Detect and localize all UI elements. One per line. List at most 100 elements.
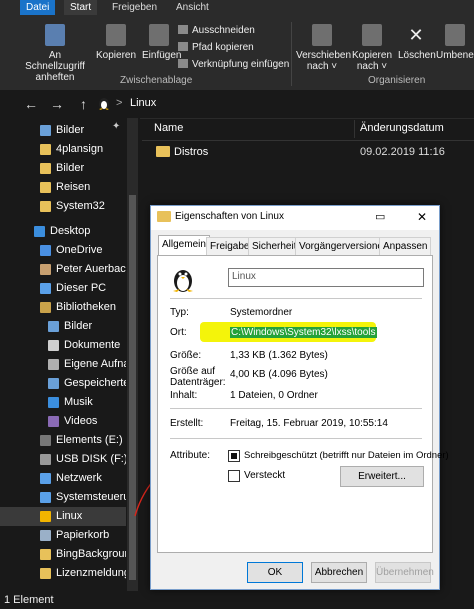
sidebar-item-label: Bilder: [56, 162, 85, 174]
column-date[interactable]: Änderungsdatum: [360, 122, 444, 134]
desktop-icon: [34, 226, 45, 237]
paste-button[interactable]: Einfügen: [142, 24, 181, 61]
readonly-checkbox[interactable]: [228, 450, 240, 462]
sidebar-scrollbar-thumb[interactable]: [129, 195, 136, 580]
column-name[interactable]: Name: [154, 122, 183, 134]
folder-name-input[interactable]: Linux: [228, 268, 424, 287]
separator: [170, 438, 422, 439]
breadcrumb-location[interactable]: Linux: [130, 97, 156, 109]
control-panel-icon: [40, 492, 51, 503]
disk-size-label: Größe auf Datenträger:: [170, 366, 226, 388]
copy-to-icon: [362, 24, 382, 46]
sidebar-item[interactable]: Reisen: [0, 178, 126, 197]
paste-shortcut-label: Verknüpfung einfügen: [192, 59, 290, 70]
sidebar-item[interactable]: Dieser PC: [0, 279, 126, 298]
copy-path-button[interactable]: Pfad kopieren: [178, 41, 254, 54]
organize-group-label: Organisieren: [368, 75, 426, 86]
delete-button[interactable]: ✕ Löschen: [398, 24, 436, 61]
separator: [170, 408, 422, 409]
sidebar-item[interactable]: Bibliotheken: [0, 298, 126, 317]
status-text: 1 Element: [4, 594, 54, 606]
copy-button[interactable]: Kopieren: [96, 24, 136, 61]
sidebar-item[interactable]: Eigene Aufnah: [0, 355, 126, 374]
sidebar-item[interactable]: Bilder: [0, 317, 126, 336]
sidebar-item-label: Bilder: [64, 320, 93, 332]
saved-pictures-icon: [48, 378, 59, 389]
disk-size-value: 4,00 KB (4.096 Bytes): [230, 369, 328, 380]
sidebar-item[interactable]: BingBackgrounc: [0, 545, 126, 564]
pin-quick-access-button[interactable]: An Schnellzugriff anheften: [18, 24, 92, 83]
sidebar-item-label: Dieser PC: [56, 282, 107, 294]
copy-path-label: Pfad kopieren: [192, 42, 254, 53]
sidebar-item[interactable]: OneDrive: [0, 241, 126, 260]
sidebar-item[interactable]: 4plansign: [0, 140, 126, 159]
dialog-title: Eigenschaften von Linux: [175, 211, 284, 222]
tab-anpassen[interactable]: Anpassen: [379, 237, 432, 255]
sidebar-item[interactable]: Bilder: [0, 121, 126, 140]
sidebar-item[interactable]: Netzwerk: [0, 469, 126, 488]
sidebar-item[interactable]: Musik: [0, 393, 126, 412]
cancel-button[interactable]: Abbrechen: [311, 562, 367, 583]
sidebar-item[interactable]: Linux: [0, 507, 126, 526]
sidebar-item[interactable]: Systemsteuerung: [0, 488, 126, 507]
tab-vorgaengerversionen[interactable]: Vorgängerversionen: [295, 237, 393, 255]
sidebar-item[interactable]: Papierkorb: [0, 526, 126, 545]
sidebar-item[interactable]: System32: [0, 197, 126, 216]
advanced-button[interactable]: Erweitert...: [340, 466, 424, 487]
sidebar-item-label: Reisen: [56, 181, 91, 193]
tab-sicherheit[interactable]: Sicherheit: [248, 237, 301, 255]
copy-label: Kopieren: [96, 50, 137, 61]
breadcrumb-separator: >: [116, 97, 123, 109]
sidebar-item[interactable]: Peter Auerbache: [0, 260, 126, 279]
sidebar-item-label: Dokumente: [64, 339, 121, 351]
folder-name-value: Linux: [232, 271, 256, 282]
move-to-button[interactable]: Verschieben nach ˅: [296, 24, 351, 72]
sidebar-item[interactable]: Lizenzmeldunge: [0, 564, 126, 583]
sidebar-item[interactable]: Elements (E:): [0, 431, 126, 450]
location-value[interactable]: C:\Windows\System32\lxss\tools: [230, 327, 377, 338]
sidebar-item-label: Peter Auerbache: [56, 263, 126, 275]
tab-allgemein[interactable]: Allgemein: [158, 235, 210, 256]
tab-freigabe[interactable]: Freigabe: [206, 237, 254, 255]
sidebar-item-label: Musik: [64, 396, 93, 408]
back-arrow-icon[interactable]: ←: [24, 96, 38, 112]
sidebar-item[interactable]: Gespeicherte B: [0, 374, 126, 393]
forward-arrow-icon[interactable]: →: [50, 96, 64, 112]
sidebar-item[interactable]: Bilder: [0, 159, 126, 178]
videos-icon: [48, 416, 59, 427]
sidebar-item[interactable]: USB DISK (F:): [0, 450, 126, 469]
tab-ansicht[interactable]: Ansicht: [170, 0, 215, 15]
close-icon[interactable]: ✕: [417, 210, 427, 224]
navigation-pane: Bilder 4plansign Bilder Reisen System32 Deskt…: [0, 118, 140, 591]
hidden-checkbox[interactable]: [228, 470, 240, 482]
recycle-bin-icon: [40, 530, 51, 541]
up-arrow-icon[interactable]: ↑: [80, 96, 87, 112]
paste-shortcut-button[interactable]: Verknüpfung einfügen: [178, 58, 289, 71]
sidebar-item-label: Gespeicherte B: [64, 377, 126, 389]
network-icon: [40, 473, 51, 484]
ok-button[interactable]: OK: [247, 562, 303, 583]
tab-freigeben[interactable]: Freigeben: [106, 0, 163, 15]
copy-to-button[interactable]: Kopieren nach ˅: [350, 24, 394, 72]
rename-button[interactable]: Umbenen: [436, 24, 474, 61]
attributes-label: Attribute:: [170, 450, 211, 461]
type-label: Typ:: [170, 307, 189, 318]
tab-start[interactable]: Start: [64, 0, 98, 15]
sidebar-item-label: Netzwerk: [56, 472, 102, 484]
sidebar-item[interactable]: Desktop: [0, 222, 126, 241]
sidebar-item[interactable]: Dokumente: [0, 336, 126, 355]
apply-button[interactable]: Übernehmen: [375, 562, 434, 583]
linux-penguin-icon: [172, 266, 194, 295]
minimize-icon[interactable]: ▭: [375, 210, 385, 223]
tab-datei[interactable]: Datei: [20, 0, 56, 15]
ribbon-separator: [291, 22, 292, 86]
sidebar-item-label: BingBackgrounc: [56, 548, 126, 560]
cut-button[interactable]: Ausschneiden: [178, 24, 255, 37]
sidebar-item[interactable]: Videos: [0, 412, 126, 431]
contents-label: Inhalt:: [170, 390, 198, 401]
file-row[interactable]: Distros 09.02.2019 11:16: [142, 142, 474, 162]
usb-drive-icon: [40, 454, 51, 465]
drive-icon: [40, 435, 51, 446]
file-date: 09.02.2019 11:16: [360, 146, 445, 158]
column-divider: [354, 120, 355, 138]
